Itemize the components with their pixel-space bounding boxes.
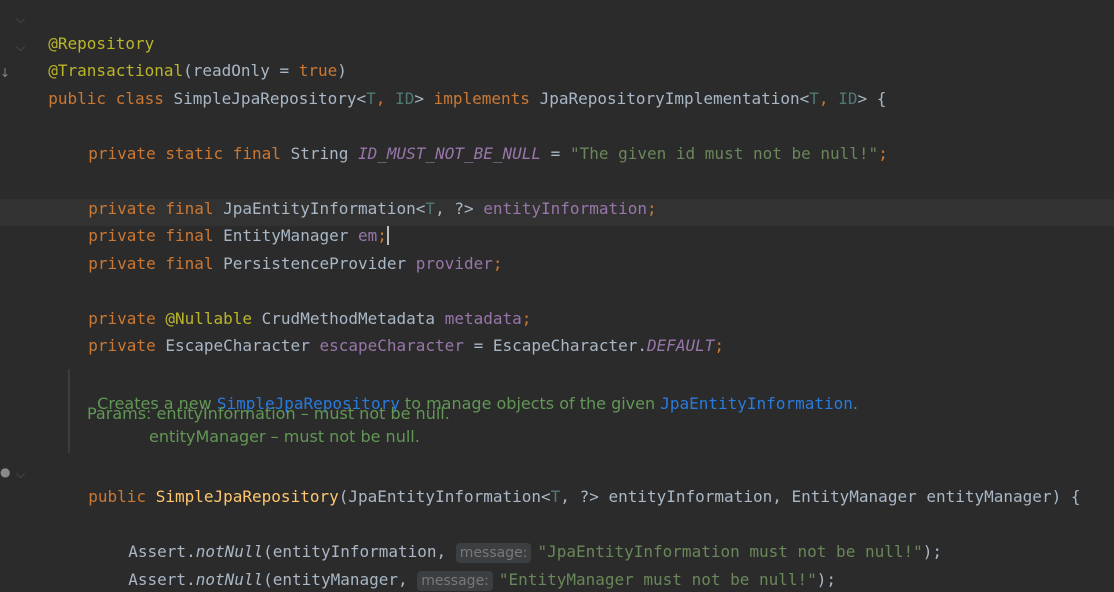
code-text: (entityManager, <box>263 570 418 589</box>
code-text: ); <box>816 570 837 589</box>
field: entityInformation <box>483 199 647 218</box>
type-param: T <box>366 89 376 108</box>
method-call: notNull <box>195 570 264 589</box>
code-line[interactable]: @Repository <box>29 8 154 53</box>
class-name: Assert. <box>128 570 196 589</box>
type-param: T <box>425 199 436 218</box>
code-line[interactable]: private @Nullable CrudMethodMetadata met… <box>69 283 531 328</box>
javadoc-params: entityManager – must not be null. <box>149 427 420 446</box>
code-line[interactable]: Assert.notNull(entityManager, message: "E… <box>109 544 836 591</box>
punct: , <box>818 89 839 108</box>
code-text: (JpaEntityInformation< <box>338 487 551 506</box>
punct: ; <box>492 254 503 273</box>
string-literal: "The given id must not be null!" <box>569 144 879 163</box>
type-name: EscapeCharacter <box>165 336 320 355</box>
code-line[interactable]: public SimpleJpaRepository(JpaEntityInfo… <box>69 461 1080 506</box>
field: provider <box>415 254 493 273</box>
punct: ; <box>714 336 725 355</box>
fold-marker-icon[interactable]: ⌵ <box>16 12 25 27</box>
code-text: > <box>414 89 434 108</box>
punct: , <box>375 89 396 108</box>
field: escapeCharacter <box>319 336 464 355</box>
punct: ; <box>647 199 657 218</box>
fold-marker-icon[interactable]: ⌵ <box>16 467 25 482</box>
constant: DEFAULT <box>646 336 715 355</box>
code-line[interactable]: private final EntityManager em; <box>69 200 389 245</box>
type-name: PersistenceProvider <box>223 254 416 273</box>
keyword: private static final <box>88 144 291 163</box>
code-text: , ?> <box>435 199 484 218</box>
code-line[interactable]: private static final String ID_MUST_NOT_… <box>69 118 888 163</box>
parameter-hint: message: <box>417 571 493 591</box>
code-text: ); <box>922 542 943 561</box>
type-param: ID <box>838 89 858 108</box>
punct: ; <box>878 144 888 163</box>
fold-marker-icon[interactable]: ⌵ <box>16 40 25 55</box>
code-line[interactable]: private EscapeCharacter escapeCharacter … <box>69 310 724 355</box>
keyword: public <box>88 487 156 506</box>
keyword: private <box>88 336 166 355</box>
code-line[interactable]: @Transactional(readOnly = true) <box>29 35 347 80</box>
code-line[interactable]: public class SimpleJpaRepository<T, ID> … <box>29 63 886 108</box>
class-name: JpaRepositoryImplementation< <box>539 89 810 108</box>
constant: ID_MUST_NOT_BE_NULL <box>358 144 542 163</box>
code-text: > { <box>857 89 887 108</box>
doc-link[interactable]: JpaEntityInformation <box>660 394 853 413</box>
code-line[interactable]: private final JpaEntityInformation<T, ?>… <box>69 173 656 218</box>
code-text: = EscapeCharacter. <box>463 336 647 355</box>
implementation-gutter-icon[interactable]: ↓ <box>0 66 10 80</box>
type-param: ID <box>395 89 415 108</box>
editor-gutter[interactable] <box>0 0 28 576</box>
breakpoint-marker-icon[interactable]: ● <box>0 465 10 479</box>
class-name: SimpleJpaRepository< <box>173 89 367 108</box>
keyword: public class <box>48 89 174 108</box>
code-line[interactable]: private final PersistenceProvider provid… <box>69 228 502 273</box>
string-literal: "EntityManager must not be null!" <box>498 570 817 589</box>
type-param: T <box>809 89 819 108</box>
code-text: , ?> entityInformation, EntityManager en… <box>560 487 1081 506</box>
code-text: = <box>541 144 570 163</box>
doc-text: . <box>852 394 858 413</box>
type-param: T <box>550 487 561 506</box>
type-name: String <box>290 144 358 163</box>
keyword: private final <box>88 254 224 273</box>
keyword: implements <box>433 89 540 108</box>
code-line[interactable]: Assert.notNull(entityInformation, messag… <box>109 516 942 563</box>
javadoc-params: Params: entityInformation – must not be … <box>87 404 450 423</box>
method-name: SimpleJpaRepository <box>155 487 339 506</box>
